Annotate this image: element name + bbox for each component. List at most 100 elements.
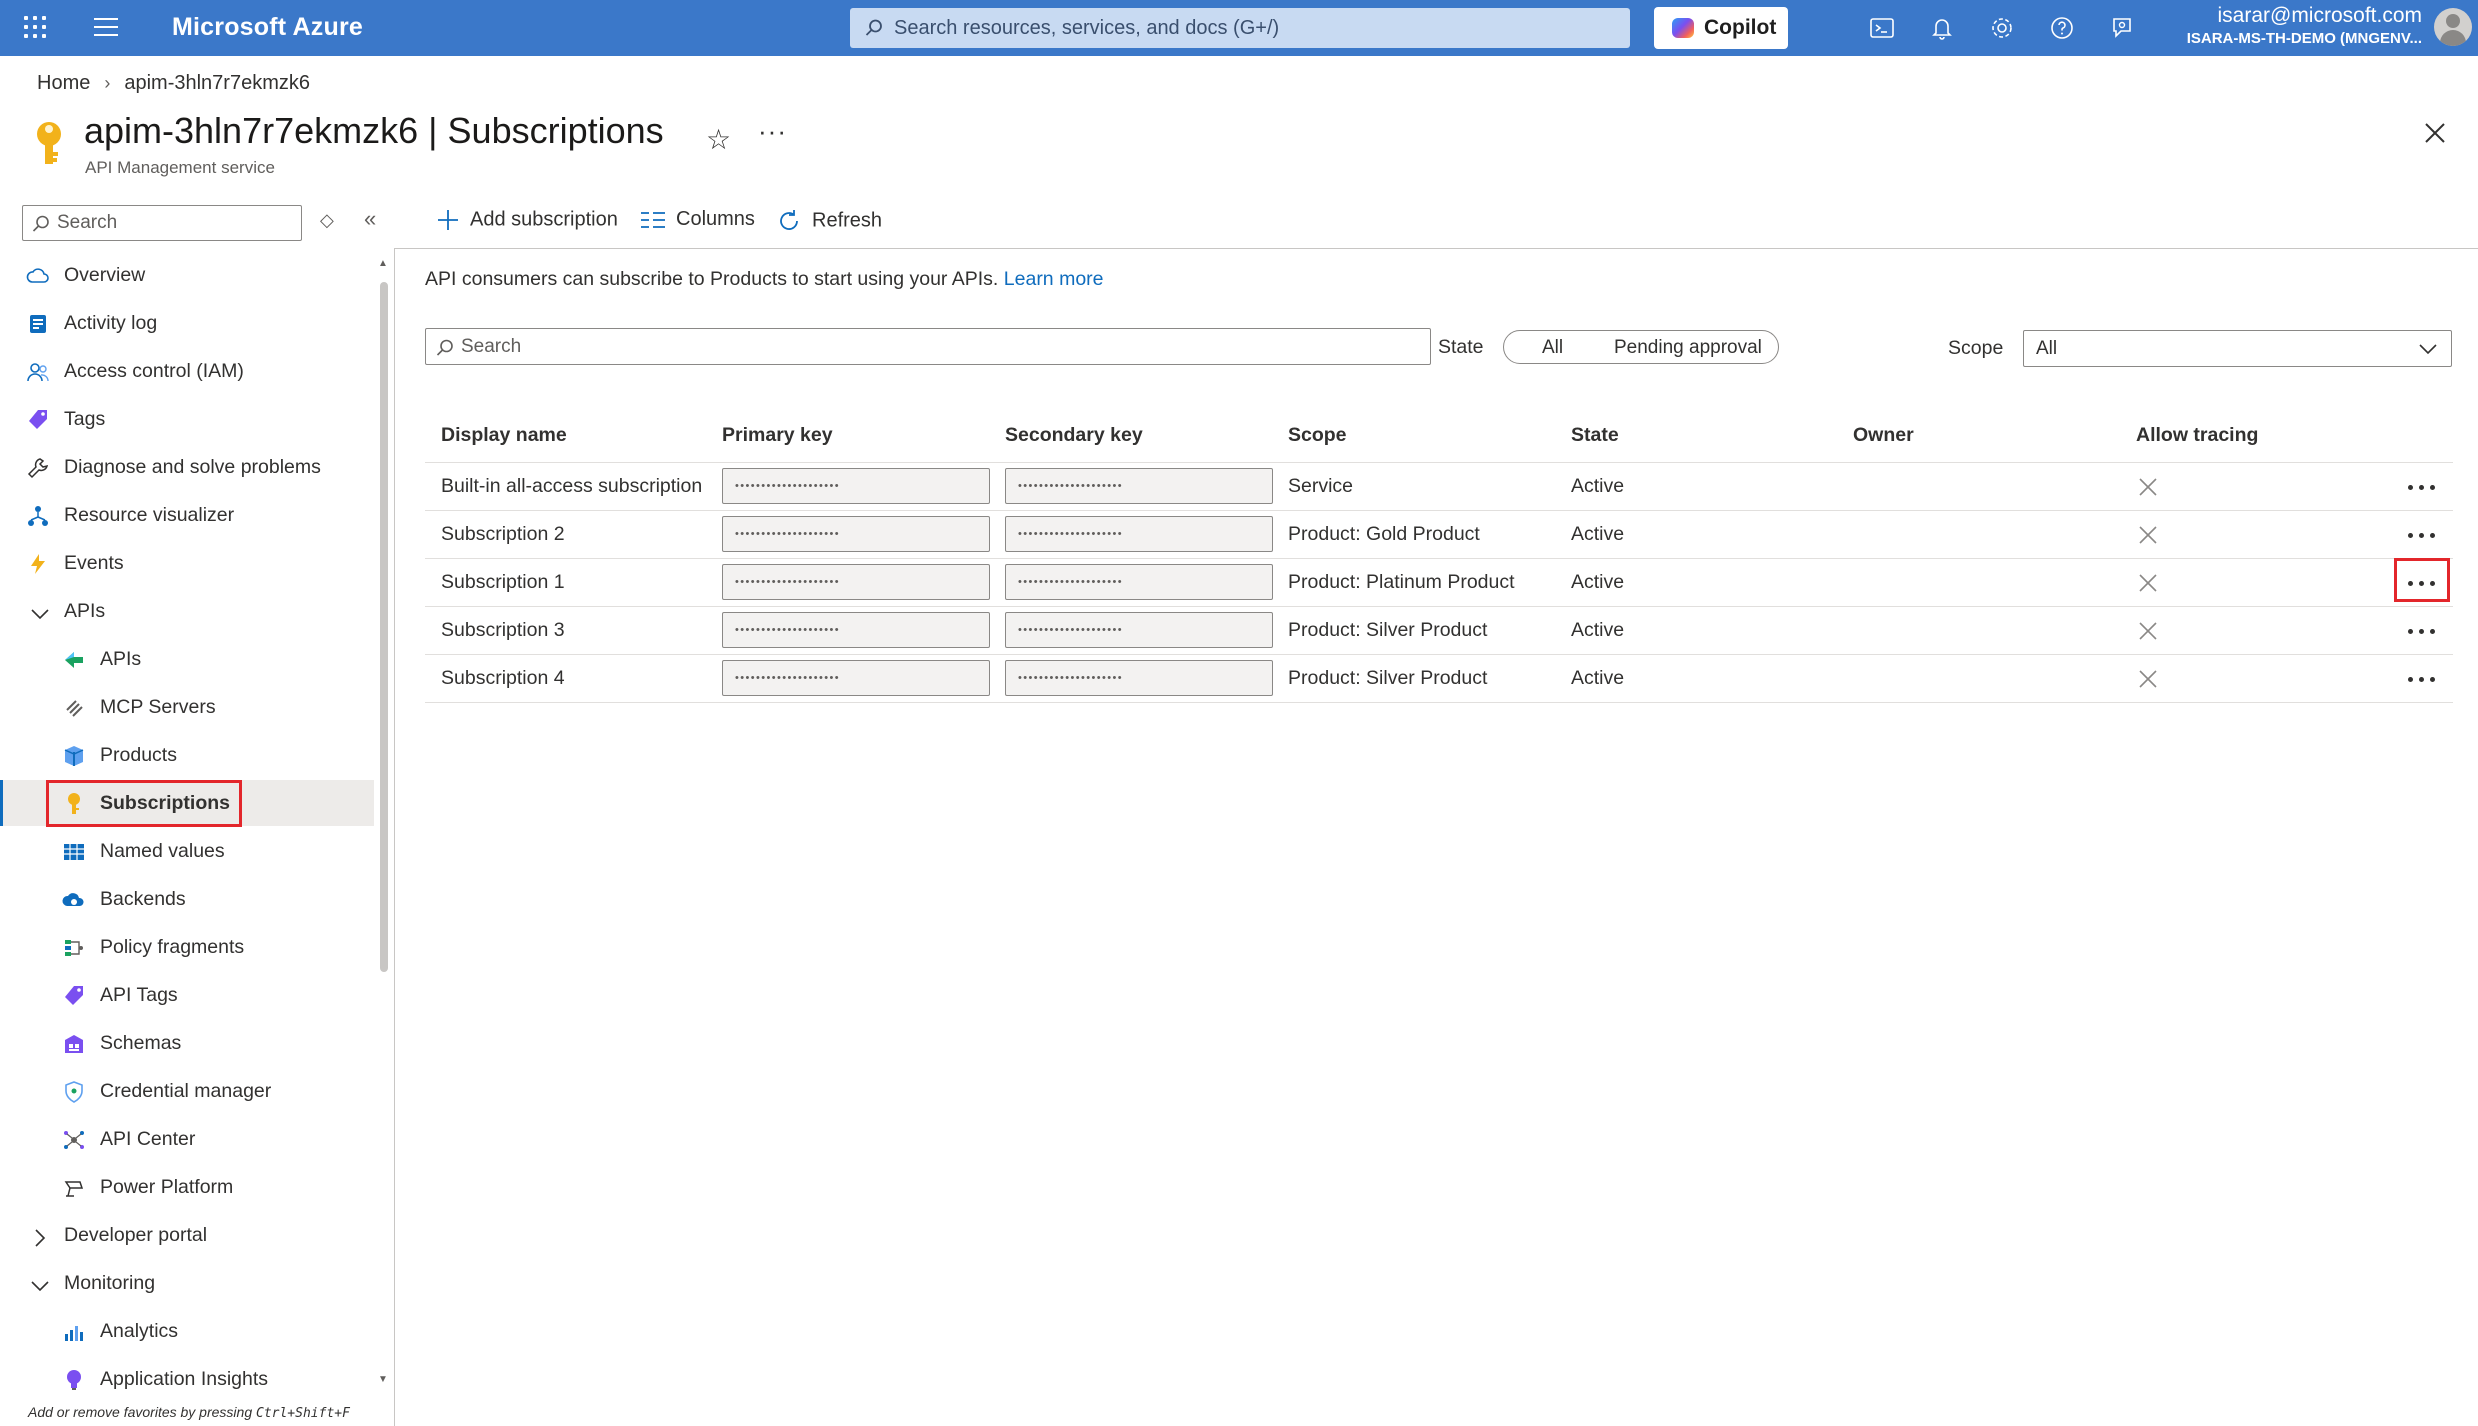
sidebar-item-policy-fragments[interactable]: Policy fragments <box>0 924 374 970</box>
sidebar-item-label: Diagnose and solve problems <box>64 456 321 478</box>
subscription-search-input[interactable]: Search <box>425 328 1431 365</box>
lightning-icon <box>31 554 45 574</box>
add-subscription-button[interactable]: Add subscription <box>436 208 618 232</box>
sidebar-item-named-values[interactable]: Named values <box>0 828 374 874</box>
cell-scope: Product: Platinum Product <box>1288 571 1515 593</box>
sidebar-item-api-tags[interactable]: API Tags <box>0 972 374 1018</box>
plus-icon <box>438 210 458 230</box>
more-options-icon[interactable]: ··· <box>758 116 787 147</box>
secondary-key-field[interactable]: •••••••••••••••••••• <box>1005 516 1273 552</box>
sidebar-item-resource-visualizer[interactable]: Resource visualizer <box>0 492 374 538</box>
sidebar-item-events[interactable]: Events <box>0 540 374 586</box>
sidebar-item-label: Backends <box>100 888 186 910</box>
table-row[interactable]: Subscription 4 •••••••••••••••••••• ••••… <box>425 655 2453 703</box>
scroll-thumb[interactable] <box>380 282 388 972</box>
favorite-star-icon[interactable]: ☆ <box>706 123 731 156</box>
avatar[interactable] <box>2434 8 2472 46</box>
secondary-key-field[interactable]: •••••••••••••••••••• <box>1005 612 1273 648</box>
primary-key-field[interactable]: •••••••••••••••••••• <box>722 516 990 552</box>
collapse-icon[interactable]: « <box>364 206 376 232</box>
help-icon[interactable] <box>2048 14 2076 42</box>
row-more-icon[interactable] <box>2402 520 2442 550</box>
table-row[interactable]: Built-in all-access subscription •••••••… <box>425 463 2453 511</box>
column-header-secondary-key[interactable]: Secondary key <box>1005 424 1143 447</box>
column-header-primary-key[interactable]: Primary key <box>722 424 833 447</box>
sidebar-group-apis[interactable]: APIs <box>0 588 374 634</box>
close-icon[interactable] <box>2420 118 2450 148</box>
account-menu[interactable]: isarar@microsoft.com ISARA-MS-TH-DEMO (M… <box>2187 4 2422 47</box>
sort-updown-icon[interactable]: ◇ <box>320 210 334 231</box>
sidebar-item-products[interactable]: Products <box>0 732 374 778</box>
state-option-pending[interactable]: Pending approval <box>1614 337 1762 359</box>
sidebar-item-power-platform[interactable]: Power Platform <box>0 1164 374 1210</box>
bell-icon[interactable] <box>1928 14 1956 42</box>
learn-more-link[interactable]: Learn more <box>1004 268 1104 290</box>
breadcrumb-resource[interactable]: apim-3hln7r7ekmzk6 <box>124 72 310 94</box>
cell-state: Active <box>1571 667 1625 689</box>
sidebar-item-label: Named values <box>100 840 225 862</box>
sidebar-item-schemas[interactable]: Schemas <box>0 1020 374 1066</box>
cell-display-name[interactable]: Built-in all-access subscription <box>441 475 702 498</box>
primary-key-field[interactable]: •••••••••••••••••••• <box>722 660 990 696</box>
sidebar-item-diagnose[interactable]: Diagnose and solve problems <box>0 444 374 490</box>
sidebar-item-analytics[interactable]: Analytics <box>0 1308 374 1354</box>
secondary-key-field[interactable]: •••••••••••••••••••• <box>1005 660 1273 696</box>
cell-display-name[interactable]: Subscription 2 <box>441 523 565 546</box>
sidebar-item-backends[interactable]: Backends <box>0 876 374 922</box>
table-row[interactable]: Subscription 2 •••••••••••••••••••• ••••… <box>425 511 2453 559</box>
nav-search-input[interactable]: Search <box>22 205 302 241</box>
primary-key-field[interactable]: •••••••••••••••••••• <box>722 564 990 600</box>
row-more-icon[interactable] <box>2402 472 2442 502</box>
primary-key-field[interactable]: •••••••••••••••••••• <box>722 612 990 648</box>
app-launcher-icon[interactable] <box>22 14 48 40</box>
columns-button[interactable]: Columns <box>640 208 755 231</box>
sidebar-item-tags[interactable]: Tags <box>0 396 374 442</box>
column-header-owner[interactable]: Owner <box>1853 424 1914 447</box>
scope-dropdown[interactable]: All <box>2023 330 2452 367</box>
sidebar-item-iam[interactable]: Access control (IAM) <box>0 348 374 394</box>
state-option-all[interactable]: All <box>1542 337 1563 359</box>
feedback-icon[interactable] <box>2108 14 2136 42</box>
secondary-key-field[interactable]: •••••••••••••••••••• <box>1005 468 1273 504</box>
api-icon <box>65 652 83 668</box>
api-center-icon <box>64 1131 84 1149</box>
copilot-button[interactable]: Copilot <box>1654 7 1788 49</box>
secondary-key-field[interactable]: •••••••••••••••••••• <box>1005 564 1273 600</box>
cell-display-name[interactable]: Subscription 4 <box>441 667 565 690</box>
breadcrumb-home[interactable]: Home <box>37 72 90 94</box>
sidebar-item-mcp-servers[interactable]: MCP Servers <box>0 684 374 730</box>
refresh-button[interactable]: Refresh <box>776 208 882 234</box>
global-search-input[interactable]: Search resources, services, and docs (G+… <box>850 8 1630 48</box>
table-row[interactable]: Subscription 1 •••••••••••••••••••• ••••… <box>425 559 2453 607</box>
primary-key-field[interactable]: •••••••••••••••••••• <box>722 468 990 504</box>
product-box-icon <box>64 746 84 766</box>
menu-icon[interactable] <box>94 18 118 38</box>
copilot-icon <box>1672 18 1694 38</box>
sidebar-group-developer-portal[interactable]: Developer portal <box>0 1212 374 1258</box>
brand-title[interactable]: Microsoft Azure <box>172 13 363 42</box>
nav-scrollbar[interactable]: ▲ ▼ <box>378 252 390 1402</box>
sidebar-item-application-insights[interactable]: Application Insights <box>0 1356 374 1402</box>
sidebar-item-overview[interactable]: Overview <box>0 252 374 298</box>
sidebar-item-label: Overview <box>64 264 146 286</box>
cell-scope: Product: Gold Product <box>1288 523 1480 545</box>
page-subtitle: API Management service <box>85 158 275 177</box>
gear-icon[interactable] <box>1988 14 2016 42</box>
sidebar-group-monitoring[interactable]: Monitoring <box>0 1260 374 1306</box>
table-row[interactable]: Subscription 3 •••••••••••••••••••• ••••… <box>425 607 2453 655</box>
row-more-icon[interactable] <box>2402 664 2442 694</box>
cell-display-name[interactable]: Subscription 3 <box>441 619 565 642</box>
sidebar-item-activity-log[interactable]: Activity log <box>0 300 374 346</box>
sidebar-item-credential-manager[interactable]: Credential manager <box>0 1068 374 1114</box>
column-header-allow-tracing[interactable]: Allow tracing <box>2136 424 2258 447</box>
column-header-state[interactable]: State <box>1571 424 1619 447</box>
cloud-shell-icon[interactable] <box>1868 14 1896 42</box>
scroll-down-icon[interactable]: ▼ <box>378 1374 388 1385</box>
cell-display-name[interactable]: Subscription 1 <box>441 571 565 594</box>
column-header-scope[interactable]: Scope <box>1288 424 1347 447</box>
column-header-display-name[interactable]: Display name <box>441 424 567 447</box>
scroll-up-icon[interactable]: ▲ <box>378 258 388 269</box>
sidebar-item-api-center[interactable]: API Center <box>0 1116 374 1162</box>
sidebar-item-apis[interactable]: APIs <box>0 636 374 682</box>
row-more-icon[interactable] <box>2402 616 2442 646</box>
